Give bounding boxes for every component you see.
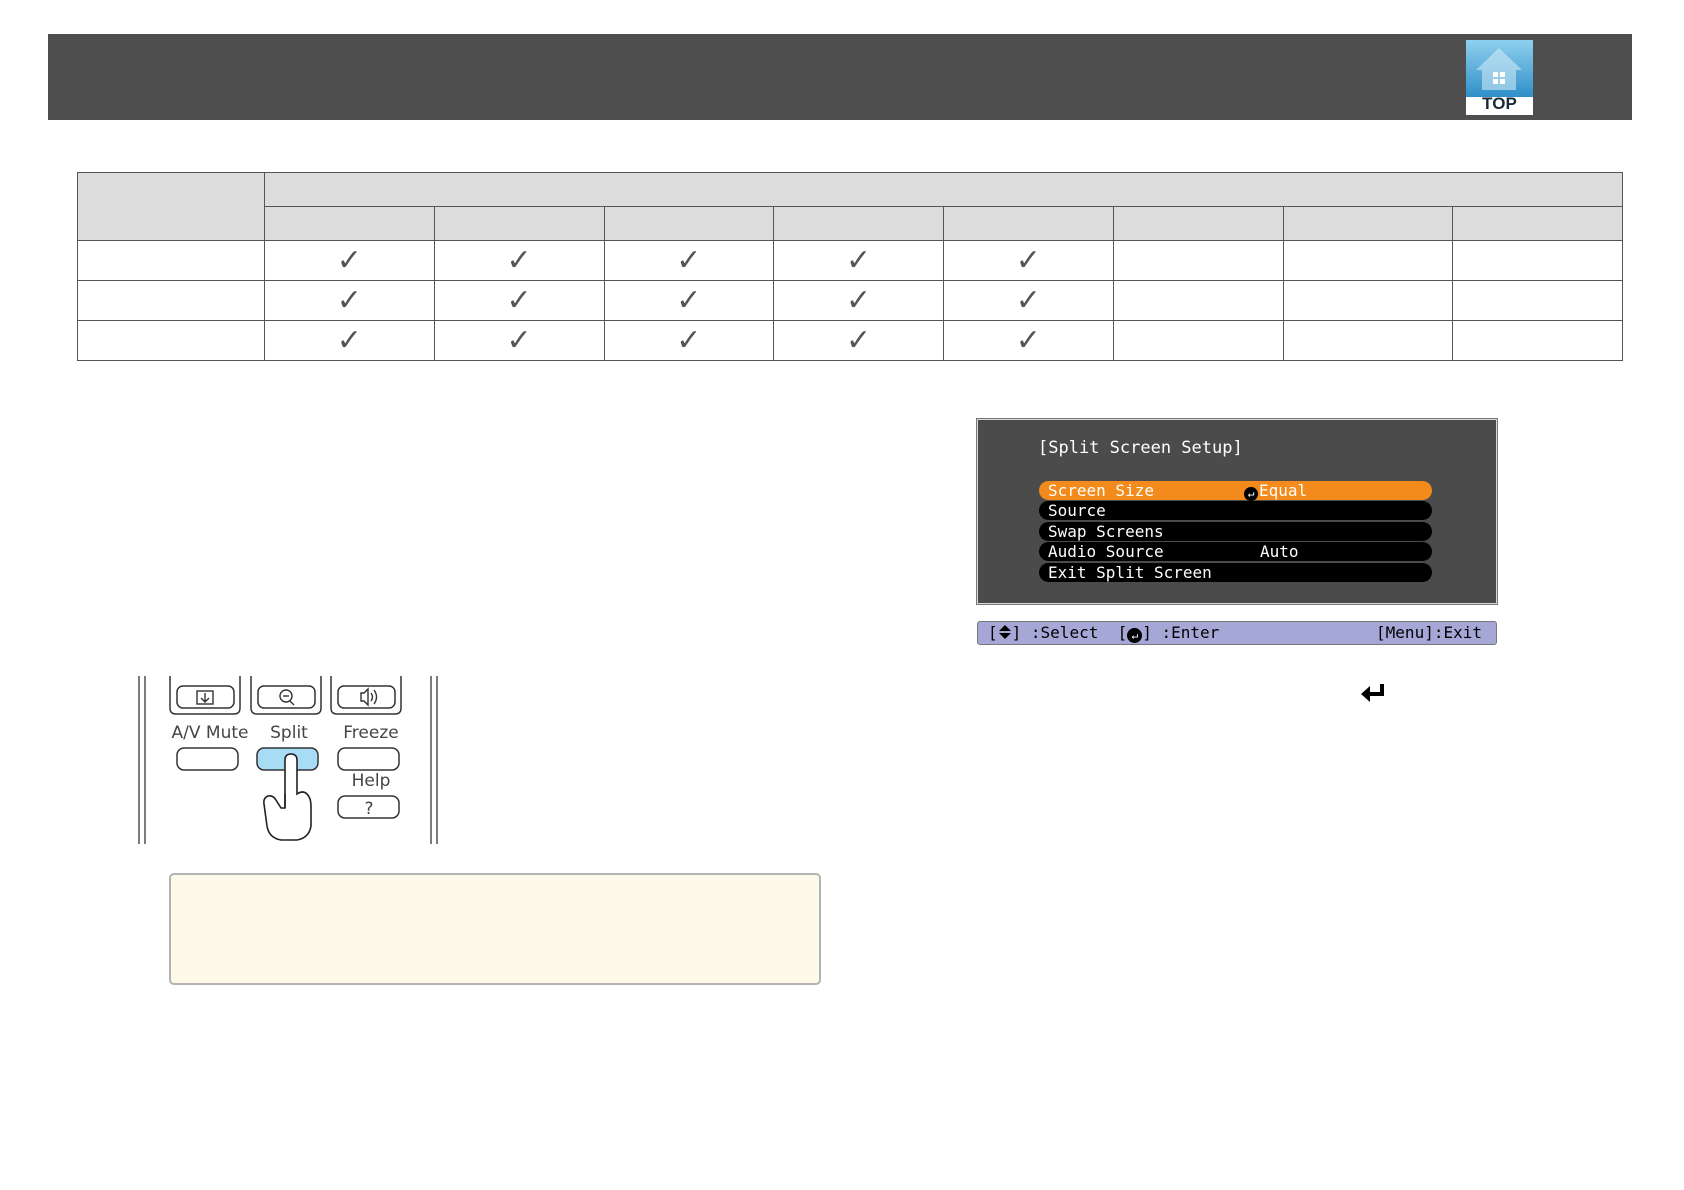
guide-enter-text: ] :Enter [1142, 623, 1220, 642]
menu-item-label: Swap Screens [1048, 522, 1164, 541]
table-row: ✓ ✓ ✓ ✓ ✓ [77, 320, 1623, 361]
menu-item-label: Audio Source [1048, 542, 1164, 561]
freeze-button[interactable] [337, 747, 400, 771]
check-cell [1112, 280, 1284, 321]
row-label-cell [77, 240, 265, 281]
check-cell [1282, 280, 1454, 321]
check-cell: ✓ [433, 320, 605, 361]
freeze-label: Freeze [343, 723, 398, 743]
table-col-header [1112, 206, 1284, 241]
check-cell: ✓ [943, 280, 1114, 321]
menu-item-value: Equal [1259, 481, 1308, 500]
compat-table: ✓ ✓ ✓ ✓ ✓ ✓ ✓ ✓ ✓ ✓ ✓ ✓ ✓ ✓ ✓ [77, 172, 1623, 361]
table-row: ✓ ✓ ✓ ✓ ✓ [77, 240, 1623, 281]
menu-item-source[interactable]: Source [1039, 501, 1432, 520]
check-cell [1112, 320, 1284, 361]
check-cell [1452, 320, 1623, 361]
menu-item-label: Source [1048, 501, 1106, 520]
top-label: TOP [1482, 94, 1517, 113]
menu-item-audio-source[interactable]: Audio Source Auto [1039, 542, 1432, 561]
check-cell: ✓ [264, 280, 435, 321]
check-cell: ✓ [433, 280, 605, 321]
check-cell [1452, 280, 1623, 321]
check-cell: ✓ [773, 280, 944, 321]
table-col-header [1452, 206, 1623, 241]
help-label: Help [352, 771, 391, 791]
help-symbol: ? [364, 799, 373, 819]
table-col-header [264, 206, 435, 241]
header-bar [48, 34, 1632, 120]
guide-select-text: ] :Select [1011, 623, 1099, 642]
av-mute-label: A/V Mute [172, 723, 249, 743]
check-cell [1282, 320, 1454, 361]
menu-item-value: Auto [1260, 542, 1299, 561]
table-col-header [603, 206, 775, 241]
av-mute-button[interactable] [176, 747, 239, 771]
check-cell: ✓ [943, 240, 1114, 281]
table-col-header [433, 206, 605, 241]
guide-bracket: [ [1117, 623, 1128, 642]
split-screen-setup-menu: [Split Screen Setup] Screen Size ↵ Equal … [977, 419, 1497, 604]
table-col-header [773, 206, 944, 241]
menu-item-label: Exit Split Screen [1048, 563, 1212, 582]
check-cell: ✓ [264, 240, 435, 281]
check-cell: ✓ [603, 240, 775, 281]
menu-item-screen-size[interactable]: Screen Size ↵ Equal [1039, 481, 1432, 501]
table-col-header [1282, 206, 1454, 241]
menu-item-swap-screens[interactable]: Swap Screens [1039, 522, 1432, 541]
check-cell: ✓ [603, 320, 775, 361]
menu-item-exit-split-screen[interactable]: Exit Split Screen [1039, 563, 1432, 582]
split-label: Split [270, 723, 308, 743]
row-label-cell [77, 280, 265, 321]
check-cell [1112, 240, 1284, 281]
remote-control-illustration: A/V Mute Split Freeze Help ? [138, 676, 438, 844]
enter-icon: ↵ [1127, 628, 1143, 643]
guide-bracket: [ [988, 623, 998, 642]
table-corner-header [77, 172, 265, 241]
guide-exit-text: [Menu]:Exit [1376, 623, 1482, 642]
menu-item-label: Screen Size [1048, 481, 1154, 500]
updown-arrow-icon [998, 625, 1011, 639]
table-row: ✓ ✓ ✓ ✓ ✓ [77, 280, 1623, 321]
check-cell: ✓ [943, 320, 1114, 361]
check-cell: ✓ [773, 320, 944, 361]
check-cell: ✓ [264, 320, 435, 361]
top-button[interactable]: TOP [1466, 40, 1533, 115]
menu-guide-bar: [] :Select [↵] :Enter [Menu]:Exit [977, 621, 1497, 645]
check-cell: ✓ [433, 240, 605, 281]
check-cell [1282, 240, 1454, 281]
table-col-header [943, 206, 1114, 241]
check-cell: ✓ [603, 280, 775, 321]
menu-title: [Split Screen Setup] [1038, 438, 1243, 458]
check-cell [1452, 240, 1623, 281]
note-box [169, 873, 821, 985]
return-arrow-icon [1361, 684, 1384, 702]
table-group-header [264, 172, 1623, 207]
check-cell: ✓ [773, 240, 944, 281]
enter-icon: ↵ [1244, 487, 1258, 501]
row-label-cell [77, 320, 265, 361]
